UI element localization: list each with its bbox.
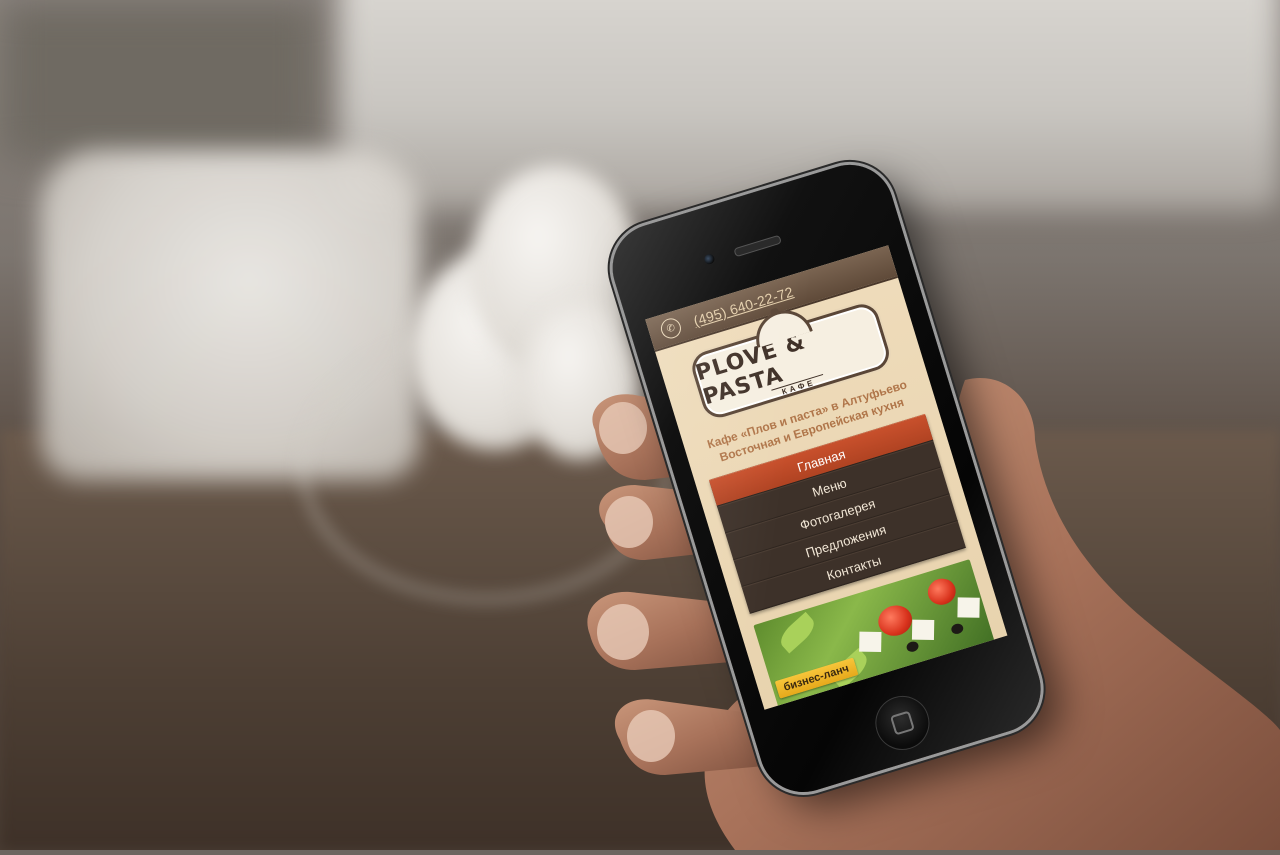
- phone-icon: ✆: [658, 315, 684, 341]
- home-button[interactable]: [868, 689, 937, 757]
- phone-body: ✆ (495) 640-22-72 PLOVE & PASTA КАФЕ Каф…: [601, 153, 1052, 803]
- tomato: [924, 575, 959, 609]
- salad-leaf: [775, 611, 820, 654]
- front-camera: [703, 252, 716, 266]
- background-shelf: [0, 0, 320, 160]
- earpiece-speaker: [733, 234, 782, 258]
- home-square-icon: [889, 710, 915, 736]
- olive: [950, 622, 965, 636]
- olive: [905, 640, 920, 654]
- cheese-cube: [911, 619, 935, 641]
- phone-screen: ✆ (495) 640-22-72 PLOVE & PASTA КАФЕ Каф…: [645, 245, 1008, 710]
- cheese-cube: [957, 597, 980, 618]
- business-lunch-badge[interactable]: бизнес-ланч: [774, 657, 858, 699]
- cheese-cube: [859, 631, 882, 653]
